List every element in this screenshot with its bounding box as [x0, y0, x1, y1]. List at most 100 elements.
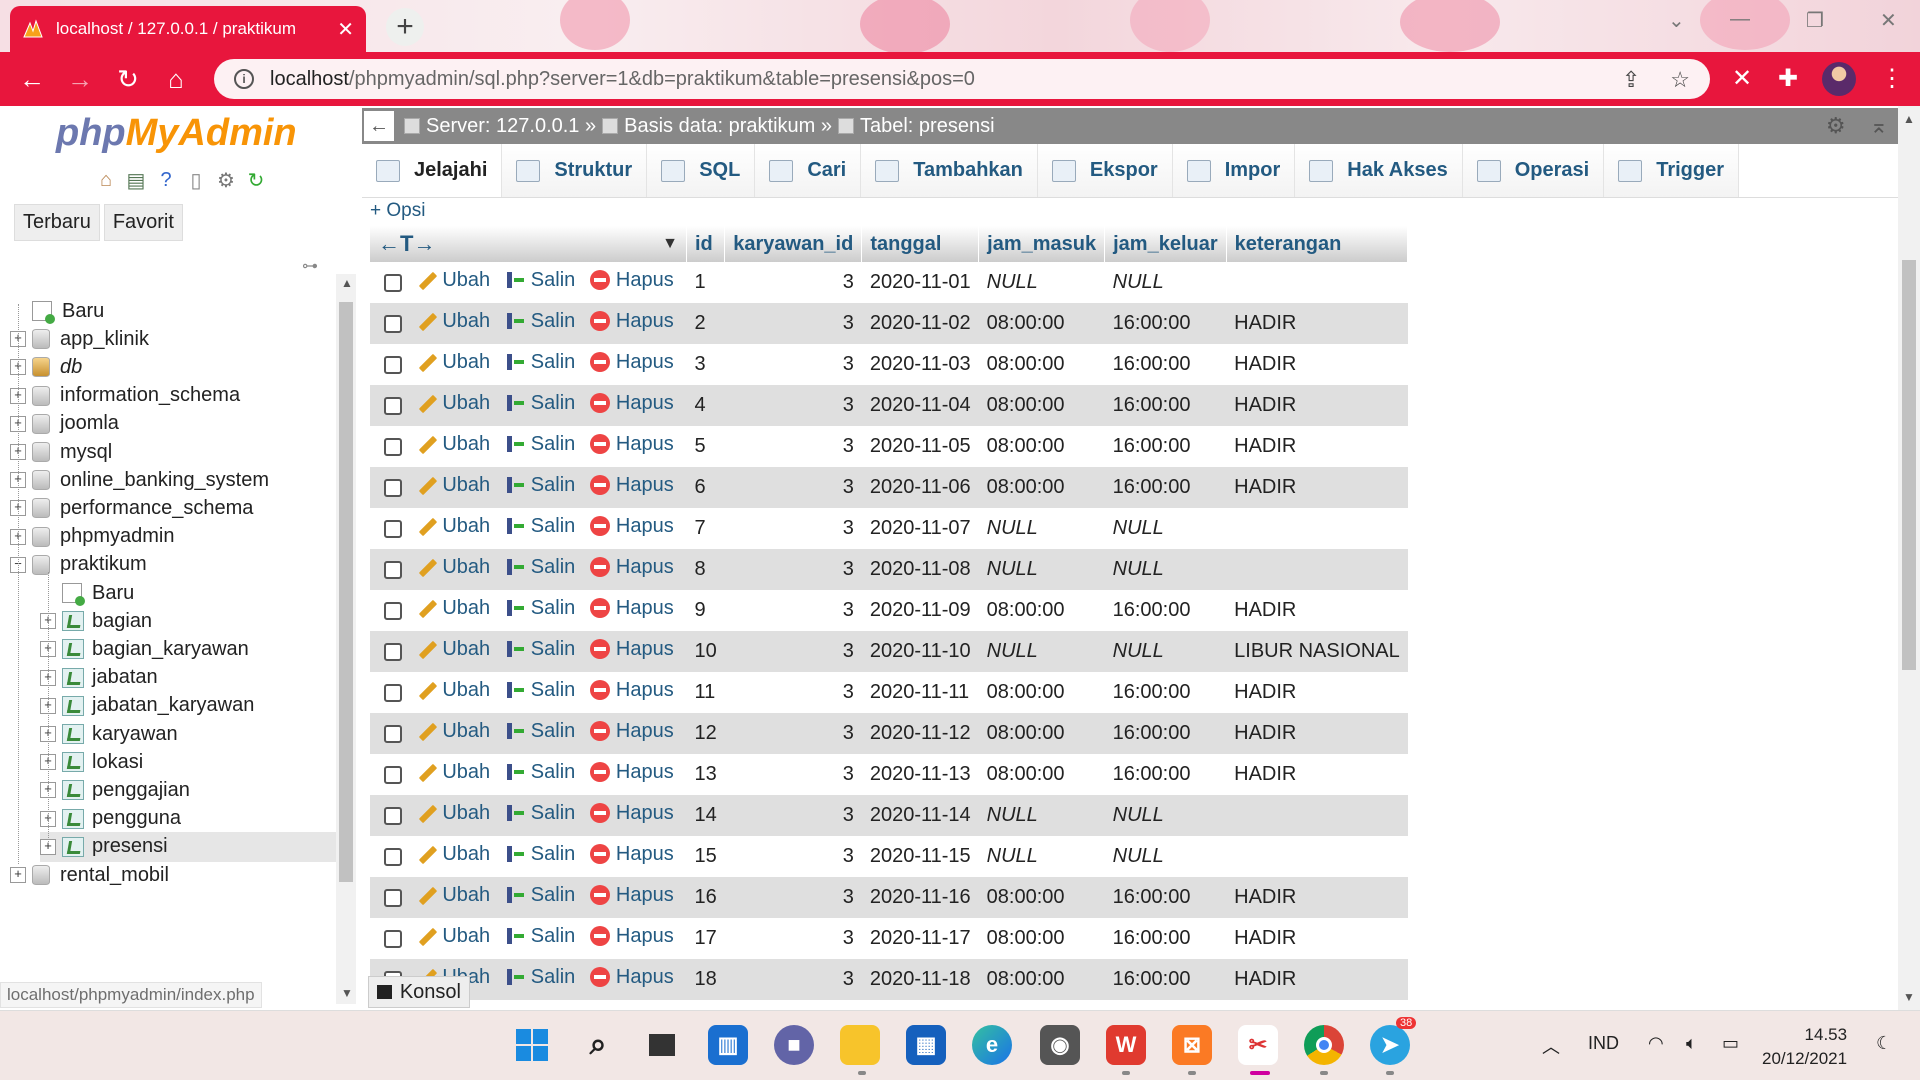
- cell-keterangan[interactable]: HADIR: [1226, 959, 1408, 1000]
- cell-jam-masuk[interactable]: 08:00:00: [978, 877, 1105, 918]
- cell-tanggal[interactable]: 2020-11-17: [861, 918, 979, 959]
- notification-icon[interactable]: ☾: [1876, 1033, 1892, 1054]
- cell-jam-masuk[interactable]: 08:00:00: [978, 754, 1105, 795]
- cell-id[interactable]: 14: [686, 795, 725, 836]
- tree-item-rental_mobil[interactable]: + rental_mobil: [10, 860, 336, 890]
- cell-jam-keluar[interactable]: NULL: [1104, 508, 1227, 549]
- edit-row-button[interactable]: Ubah: [416, 597, 490, 620]
- cell-tanggal[interactable]: 2020-11-15: [861, 836, 979, 877]
- tree-item-baru[interactable]: Baru: [10, 296, 336, 326]
- row-checkbox[interactable]: [384, 683, 402, 702]
- cell-jam-keluar[interactable]: NULL: [1104, 631, 1227, 672]
- tree-item-db[interactable]: + db: [10, 352, 336, 382]
- cell-jam-masuk[interactable]: NULL: [978, 631, 1105, 672]
- column-header-keterangan[interactable]: keterangan: [1226, 226, 1409, 262]
- cell-jam-keluar[interactable]: 16:00:00: [1104, 344, 1227, 385]
- cell-jam-keluar[interactable]: 16:00:00: [1104, 385, 1227, 426]
- tab-struktur[interactable]: Struktur: [502, 144, 648, 197]
- cell-jam-masuk[interactable]: NULL: [978, 836, 1105, 877]
- cell-jam-keluar[interactable]: 16:00:00: [1104, 467, 1227, 508]
- edit-row-button[interactable]: Ubah: [416, 761, 490, 784]
- tree-item-presensi[interactable]: + presensi: [40, 831, 336, 862]
- cell-jam-masuk[interactable]: 08:00:00: [978, 672, 1105, 713]
- start-icon[interactable]: [512, 1025, 552, 1065]
- cell-keterangan[interactable]: [1226, 836, 1408, 877]
- bookmark-star-icon[interactable]: ☆: [1670, 67, 1690, 93]
- delete-row-button[interactable]: Hapus: [589, 515, 674, 538]
- tree-item-joomla[interactable]: + joomla: [10, 409, 336, 439]
- delete-row-button[interactable]: Hapus: [589, 884, 674, 907]
- expand-icon[interactable]: +: [10, 867, 26, 883]
- window-close-icon[interactable]: ✕: [1880, 8, 1897, 33]
- share-icon[interactable]: ⇪: [1622, 67, 1640, 93]
- phpmyadmin-logo[interactable]: phpMyAdmin: [56, 112, 297, 155]
- xampp-icon[interactable]: ⊠: [1172, 1025, 1212, 1065]
- new-tab-button[interactable]: +: [386, 8, 424, 46]
- cell-tanggal[interactable]: 2020-11-02: [861, 303, 979, 344]
- column-header-jam-keluar[interactable]: jam_keluar: [1104, 226, 1227, 262]
- column-header-id[interactable]: id: [686, 226, 726, 262]
- cell-id[interactable]: 8: [686, 549, 725, 590]
- battery-icon[interactable]: ▭: [1722, 1033, 1739, 1054]
- cell-id[interactable]: 2: [686, 303, 725, 344]
- cell-karyawan-id[interactable]: 3: [724, 877, 862, 918]
- copy-row-button[interactable]: Salin: [505, 925, 575, 948]
- cell-id[interactable]: 9: [686, 590, 725, 631]
- delete-row-button[interactable]: Hapus: [589, 597, 674, 620]
- tree-item-phpmyadmin[interactable]: + phpmyadmin: [10, 522, 336, 552]
- row-checkbox[interactable]: [384, 765, 402, 784]
- cell-tanggal[interactable]: 2020-11-18: [861, 959, 979, 1000]
- wps-office-icon[interactable]: W: [1106, 1025, 1146, 1065]
- cell-tanggal[interactable]: 2020-11-12: [861, 713, 979, 754]
- row-checkbox[interactable]: [384, 478, 402, 497]
- scrollbar-thumb[interactable]: [1902, 260, 1916, 670]
- delete-row-button[interactable]: Hapus: [589, 720, 674, 743]
- cell-jam-masuk[interactable]: 08:00:00: [978, 344, 1105, 385]
- column-arrows-icon[interactable]: ←T→: [378, 231, 435, 257]
- delete-row-button[interactable]: Hapus: [589, 802, 674, 825]
- row-checkbox[interactable]: [384, 724, 402, 743]
- tree-item-information_schema[interactable]: + information_schema: [10, 381, 336, 411]
- copy-row-button[interactable]: Salin: [505, 310, 575, 333]
- cell-id[interactable]: 18: [686, 959, 725, 1000]
- row-checkbox[interactable]: [384, 355, 402, 374]
- edge-icon[interactable]: e: [972, 1025, 1012, 1065]
- delete-row-button[interactable]: Hapus: [589, 966, 674, 989]
- cell-keterangan[interactable]: [1226, 262, 1408, 303]
- tree-item-mysql[interactable]: + mysql: [10, 437, 336, 467]
- tree-item-baru[interactable]: Baru: [40, 578, 336, 608]
- cell-id[interactable]: 10: [686, 631, 725, 672]
- cell-karyawan-id[interactable]: 3: [724, 262, 862, 303]
- cell-keterangan[interactable]: LIBUR NASIONAL: [1226, 631, 1408, 672]
- tree-item-pengguna[interactable]: + pengguna: [40, 804, 336, 834]
- page-settings-icon[interactable]: ⚙: [1826, 113, 1846, 139]
- tab-cari[interactable]: Cari: [755, 144, 862, 197]
- tree-item-penggajian[interactable]: + penggajian: [40, 775, 336, 805]
- cell-karyawan-id[interactable]: 3: [724, 549, 862, 590]
- cell-jam-keluar[interactable]: 16:00:00: [1104, 877, 1227, 918]
- breadcrumb-table[interactable]: Tabel: presensi: [837, 115, 995, 138]
- minimize-icon[interactable]: —: [1730, 8, 1750, 31]
- delete-row-button[interactable]: Hapus: [589, 679, 674, 702]
- edit-row-button[interactable]: Ubah: [416, 925, 490, 948]
- cell-karyawan-id[interactable]: 3: [724, 344, 862, 385]
- navigation-scrollbar[interactable]: ▲ ▼: [336, 274, 356, 1004]
- tab-sql[interactable]: SQL: [647, 144, 756, 197]
- row-checkbox[interactable]: [384, 888, 402, 907]
- delete-row-button[interactable]: Hapus: [589, 310, 674, 333]
- tree-item-jabatan[interactable]: + jabatan: [40, 663, 336, 693]
- cell-karyawan-id[interactable]: 3: [724, 631, 862, 672]
- delete-row-button[interactable]: Hapus: [589, 925, 674, 948]
- cell-jam-masuk[interactable]: 08:00:00: [978, 590, 1105, 631]
- cell-keterangan[interactable]: HADIR: [1226, 467, 1408, 508]
- edit-row-button[interactable]: Ubah: [416, 433, 490, 456]
- tab-jelajahi[interactable]: Jelajahi: [362, 144, 503, 197]
- cell-id[interactable]: 6: [686, 467, 725, 508]
- cell-tanggal[interactable]: 2020-11-08: [861, 549, 979, 590]
- copy-row-button[interactable]: Salin: [505, 966, 575, 989]
- cell-tanggal[interactable]: 2020-11-01: [861, 262, 979, 303]
- cell-jam-keluar[interactable]: 16:00:00: [1104, 590, 1227, 631]
- edit-row-button[interactable]: Ubah: [416, 884, 490, 907]
- link-with-main-icon[interactable]: ⊶: [302, 256, 318, 276]
- cell-id[interactable]: 7: [686, 508, 725, 549]
